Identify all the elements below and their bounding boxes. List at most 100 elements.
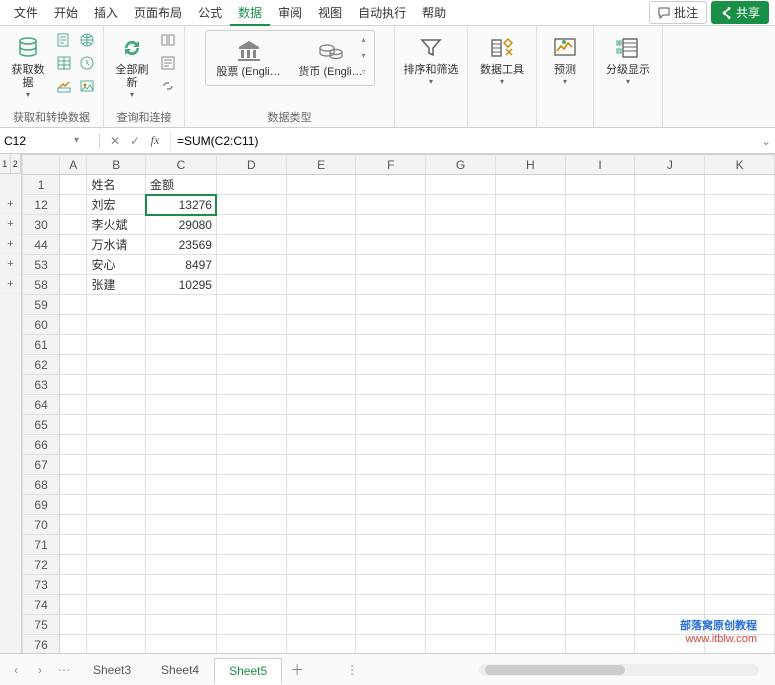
row-header[interactable]: 44 bbox=[23, 235, 60, 255]
cell-H53[interactable] bbox=[495, 255, 565, 275]
cell-F70[interactable] bbox=[356, 515, 426, 535]
spreadsheet-grid[interactable]: ABCDEFGHIJK 1姓名金额12刘宏1327630李火斌2908044万水… bbox=[22, 154, 775, 653]
row-header[interactable]: 64 bbox=[23, 395, 60, 415]
cell-K71[interactable] bbox=[705, 535, 775, 555]
cell-G76[interactable] bbox=[426, 635, 496, 654]
cell-E74[interactable] bbox=[286, 595, 356, 615]
cell-K65[interactable] bbox=[705, 415, 775, 435]
cell-F75[interactable] bbox=[356, 615, 426, 635]
cell-J70[interactable] bbox=[635, 515, 705, 535]
cell-F73[interactable] bbox=[356, 575, 426, 595]
cell-J67[interactable] bbox=[635, 455, 705, 475]
select-all-corner[interactable] bbox=[23, 155, 60, 175]
cell-A74[interactable] bbox=[60, 595, 87, 615]
cell-E60[interactable] bbox=[286, 315, 356, 335]
cell-G60[interactable] bbox=[426, 315, 496, 335]
cell-G65[interactable] bbox=[426, 415, 496, 435]
cell-D64[interactable] bbox=[216, 395, 286, 415]
menu-item-2[interactable]: 插入 bbox=[86, 2, 126, 24]
cell-H71[interactable] bbox=[495, 535, 565, 555]
cell-A1[interactable] bbox=[60, 175, 87, 195]
types-next-button[interactable]: ▾ bbox=[362, 51, 372, 60]
cell-F53[interactable] bbox=[356, 255, 426, 275]
menu-item-0[interactable]: 文件 bbox=[6, 2, 46, 24]
cell-C1[interactable]: 金额 bbox=[146, 175, 217, 195]
cell-A68[interactable] bbox=[60, 475, 87, 495]
formula-expand-button[interactable]: ⌄ bbox=[757, 134, 775, 148]
cell-I66[interactable] bbox=[565, 435, 635, 455]
cell-C69[interactable] bbox=[146, 495, 217, 515]
cell-I60[interactable] bbox=[565, 315, 635, 335]
picture-data-button[interactable] bbox=[77, 76, 97, 96]
cell-E58[interactable] bbox=[286, 275, 356, 295]
cell-H58[interactable] bbox=[495, 275, 565, 295]
forecast-button[interactable]: 预测 ▾ bbox=[543, 30, 587, 90]
cell-H60[interactable] bbox=[495, 315, 565, 335]
outline-button[interactable]: 分级显示 ▾ bbox=[600, 30, 656, 90]
cell-C12[interactable]: 13276 bbox=[146, 195, 217, 215]
column-header-A[interactable]: A bbox=[60, 155, 87, 175]
cell-D74[interactable] bbox=[216, 595, 286, 615]
outline-level-1[interactable]: 1 bbox=[0, 154, 11, 173]
cell-A59[interactable] bbox=[60, 295, 87, 315]
cell-E67[interactable] bbox=[286, 455, 356, 475]
cell-K12[interactable] bbox=[705, 195, 775, 215]
cell-E59[interactable] bbox=[286, 295, 356, 315]
cell-A60[interactable] bbox=[60, 315, 87, 335]
cell-J69[interactable] bbox=[635, 495, 705, 515]
from-text-button[interactable] bbox=[54, 30, 74, 50]
row-header[interactable]: 74 bbox=[23, 595, 60, 615]
cell-C62[interactable] bbox=[146, 355, 217, 375]
tab-prev-button[interactable]: ‹ bbox=[6, 660, 26, 680]
cell-B62[interactable] bbox=[87, 355, 146, 375]
row-header[interactable]: 59 bbox=[23, 295, 60, 315]
cell-J61[interactable] bbox=[635, 335, 705, 355]
cell-F59[interactable] bbox=[356, 295, 426, 315]
row-header[interactable]: 71 bbox=[23, 535, 60, 555]
cell-H64[interactable] bbox=[495, 395, 565, 415]
cell-G66[interactable] bbox=[426, 435, 496, 455]
cell-G12[interactable] bbox=[426, 195, 496, 215]
outline-expand-1[interactable]: + bbox=[0, 214, 21, 234]
cell-B12[interactable]: 刘宏 bbox=[87, 195, 146, 215]
cell-I59[interactable] bbox=[565, 295, 635, 315]
sheet-tab-Sheet4[interactable]: Sheet4 bbox=[146, 657, 214, 683]
cell-K70[interactable] bbox=[705, 515, 775, 535]
row-header[interactable]: 63 bbox=[23, 375, 60, 395]
cell-G61[interactable] bbox=[426, 335, 496, 355]
cell-H75[interactable] bbox=[495, 615, 565, 635]
cell-H1[interactable] bbox=[495, 175, 565, 195]
existing-conn-button[interactable] bbox=[54, 76, 74, 96]
cell-D30[interactable] bbox=[216, 215, 286, 235]
cell-C75[interactable] bbox=[146, 615, 217, 635]
cell-G59[interactable] bbox=[426, 295, 496, 315]
cell-K64[interactable] bbox=[705, 395, 775, 415]
menu-item-6[interactable]: 审阅 bbox=[270, 2, 310, 24]
cell-B58[interactable]: 张建 bbox=[87, 275, 146, 295]
annotate-button[interactable]: 批注 bbox=[649, 1, 707, 24]
cell-F65[interactable] bbox=[356, 415, 426, 435]
cell-K74[interactable] bbox=[705, 595, 775, 615]
cell-B72[interactable] bbox=[87, 555, 146, 575]
cell-E70[interactable] bbox=[286, 515, 356, 535]
cell-H30[interactable] bbox=[495, 215, 565, 235]
cell-B63[interactable] bbox=[87, 375, 146, 395]
cell-K58[interactable] bbox=[705, 275, 775, 295]
cell-A67[interactable] bbox=[60, 455, 87, 475]
cell-F63[interactable] bbox=[356, 375, 426, 395]
cell-I75[interactable] bbox=[565, 615, 635, 635]
row-header[interactable]: 75 bbox=[23, 615, 60, 635]
cell-A63[interactable] bbox=[60, 375, 87, 395]
cell-H62[interactable] bbox=[495, 355, 565, 375]
cell-I73[interactable] bbox=[565, 575, 635, 595]
cell-C58[interactable]: 10295 bbox=[146, 275, 217, 295]
cell-F60[interactable] bbox=[356, 315, 426, 335]
cell-D75[interactable] bbox=[216, 615, 286, 635]
cell-H70[interactable] bbox=[495, 515, 565, 535]
cell-D44[interactable] bbox=[216, 235, 286, 255]
cell-K66[interactable] bbox=[705, 435, 775, 455]
properties-button[interactable] bbox=[158, 53, 178, 73]
cell-C61[interactable] bbox=[146, 335, 217, 355]
cell-A73[interactable] bbox=[60, 575, 87, 595]
cell-G68[interactable] bbox=[426, 475, 496, 495]
